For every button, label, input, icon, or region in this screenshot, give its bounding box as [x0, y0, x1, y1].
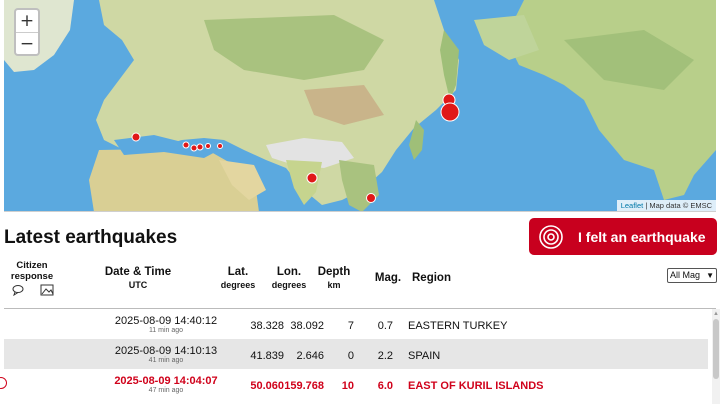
- header-mag: Mag.: [374, 272, 402, 284]
- chevron-down-icon: ▼: [706, 271, 714, 280]
- scroll-up-icon[interactable]: ▲: [713, 311, 719, 317]
- zoom-control: + −: [14, 8, 40, 56]
- header-date-time-unit: UTC: [128, 280, 148, 290]
- header-lat-label: Lat.: [227, 266, 249, 278]
- row-lon: 159.768: [284, 380, 324, 392]
- zoom-in-button[interactable]: +: [16, 10, 38, 32]
- attribution-text: | Map data © EMSC: [645, 201, 712, 210]
- row-mag: 0.7: [377, 320, 393, 332]
- row-time-ago: 41 min ago: [148, 357, 184, 364]
- row-datetime[interactable]: 2025-08-09 14:10:13: [112, 345, 220, 357]
- row-mag: 2.2: [377, 350, 393, 362]
- header-lon: Lon. degrees: [268, 266, 310, 292]
- row-mag: 6.0: [377, 380, 393, 392]
- header-region: Region: [412, 272, 451, 284]
- header-depth-unit: km: [327, 280, 341, 290]
- row-region[interactable]: EAST OF KURIL ISLANDS: [408, 380, 608, 392]
- row-depth: 10: [341, 380, 354, 392]
- row-lat: 50.060: [250, 380, 284, 392]
- header-citizen-response: Citizen response: [10, 260, 54, 282]
- row-depth: 0: [347, 350, 354, 362]
- row-lon: 38.092: [290, 320, 324, 332]
- header-depth-label: Depth: [317, 266, 351, 278]
- header-depth: Depth km: [314, 266, 354, 292]
- row-time-ago: 47 min ago: [148, 387, 184, 394]
- concentric-circles-icon: [539, 224, 563, 249]
- magnitude-filter-select[interactable]: All Mag ▼: [667, 268, 717, 283]
- row-time-ago: 11 min ago: [148, 327, 184, 334]
- citizen-icons: [12, 284, 54, 296]
- header-lon-unit: degrees: [271, 280, 307, 290]
- header-date-time: Date & Time UTC: [100, 266, 176, 292]
- row-lat: 38.328: [250, 320, 284, 332]
- earthquake-table: 2025-08-09 14:40:12 11 min ago 38.328 38…: [0, 308, 720, 404]
- felt-report-icon: [0, 377, 7, 389]
- header-date-time-label: Date & Time: [104, 266, 172, 278]
- row-datetime[interactable]: 2025-08-09 14:40:12: [112, 315, 220, 327]
- leaflet-link[interactable]: Leaflet: [621, 201, 644, 210]
- row-datetime[interactable]: 2025-08-09 14:04:07: [112, 375, 220, 387]
- scrollbar-thumb[interactable]: [713, 319, 719, 379]
- table-row-highlighted[interactable]: 2025-08-09 14:04:07 47 min ago 50.060 15…: [0, 369, 708, 399]
- earthquake-map[interactable]: + − Leaflet | Map data © EMSC: [4, 0, 716, 212]
- comment-icon: [12, 285, 24, 296]
- table-scrollbar[interactable]: ▲: [712, 309, 720, 404]
- magnitude-filter-value: All Mag: [670, 270, 701, 280]
- felt-earthquake-button[interactable]: I felt an earthquake: [529, 218, 717, 255]
- picture-icon: [40, 284, 54, 296]
- table-row[interactable]: 2025-08-09 14:10:13 41 min ago 41.839 2.…: [4, 339, 708, 369]
- row-lon: 2.646: [296, 350, 324, 362]
- row-depth: 7: [347, 320, 354, 332]
- header-lat-unit: degrees: [220, 280, 256, 290]
- row-region[interactable]: EASTERN TURKEY: [408, 320, 608, 332]
- felt-earthquake-label: I felt an earthquake: [578, 228, 706, 245]
- header-lat: Lat. degrees: [218, 266, 258, 292]
- row-lat: 41.839: [250, 350, 284, 362]
- table-row[interactable]: 2025-08-09 14:40:12 11 min ago 38.328 38…: [4, 309, 708, 339]
- zoom-out-button[interactable]: −: [16, 32, 38, 54]
- page-title: Latest earthquakes: [4, 227, 178, 248]
- header-lon-label: Lon.: [276, 266, 302, 278]
- map-tiles: [4, 0, 716, 211]
- map-attribution: Leaflet | Map data © EMSC: [616, 200, 716, 211]
- row-region[interactable]: SPAIN: [408, 350, 608, 362]
